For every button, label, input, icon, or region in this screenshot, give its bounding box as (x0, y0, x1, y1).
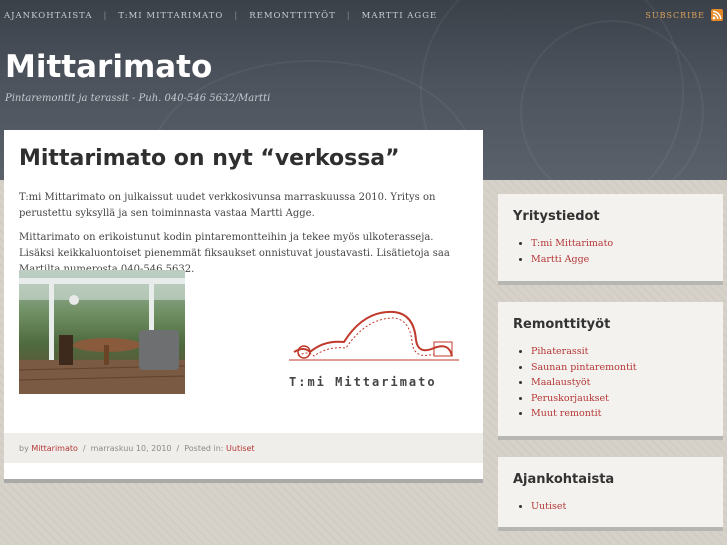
meta-by: by (19, 443, 29, 453)
site-title[interactable]: Mittarimato (5, 49, 212, 85)
nav-item-tmi-mittarimato[interactable]: T:MI MITTARIMATO (118, 11, 223, 21)
post-paragraph: T:mi Mittarimato on julkaissut uudet ver… (19, 192, 436, 219)
widget-yritystiedot: Yritystiedot T:mi Mittarimato Martti Agg… (498, 194, 723, 285)
widget-list: Uutiset (513, 499, 566, 515)
nav-separator: | (103, 11, 108, 21)
widget-ajankohtaista: Ajankohtaista Uutiset (498, 457, 723, 531)
link-tmi-mittarimato[interactable]: T:mi Mittarimato (531, 238, 613, 249)
nav-item-martti-agge[interactable]: MARTTI AGGE (362, 11, 438, 21)
nav-item-ajankohtaista[interactable]: AJANKOHTAISTA (4, 11, 93, 21)
site-tagline: Pintaremontit ja terassit - Puh. 040-546… (5, 93, 271, 104)
meta-posted-in: Posted in: (184, 443, 224, 453)
subscribe-label: SUBSCRIBE (645, 10, 705, 20)
widget-list: Pihaterassit Saunan pintaremontit Maalau… (513, 344, 637, 422)
subscribe-link[interactable]: SUBSCRIBE (645, 9, 723, 21)
category-link[interactable]: Uutiset (226, 444, 255, 453)
widget-title: Yritystiedot (513, 209, 600, 224)
link-martti-agge[interactable]: Martti Agge (531, 254, 589, 265)
nav-separator: | (346, 11, 351, 21)
top-navigation: AJANKOHTAISTA | T:MI MITTARIMATO | REMON… (4, 10, 437, 22)
widget-list: T:mi Mittarimato Martti Agge (513, 236, 613, 267)
list-item: Peruskorjaukset (531, 391, 637, 407)
author-link[interactable]: Mittarimato (31, 444, 78, 453)
list-item: Maalaustyöt (531, 375, 637, 391)
post-title[interactable]: Mittarimato on nyt “verkossa” (19, 146, 400, 171)
list-item: Pihaterassit (531, 344, 637, 360)
list-item: Uutiset (531, 499, 566, 515)
link-uutiset[interactable]: Uutiset (531, 501, 566, 512)
link-peruskorjaukset[interactable]: Peruskorjaukset (531, 393, 609, 404)
list-item: Saunan pintaremontit (531, 360, 637, 376)
post-date: marraskuu 10, 2010 (90, 443, 172, 453)
link-muut-remontit[interactable]: Muut remontit (531, 408, 602, 419)
widget-title: Remonttityöt (513, 317, 611, 332)
widget-remonttityot: Remonttityöt Pihaterassit Saunan pintare… (498, 302, 723, 440)
list-item: Muut remontit (531, 406, 637, 422)
link-pihaterassit[interactable]: Pihaterassit (531, 346, 588, 357)
meta-separator: / (82, 443, 86, 453)
logo-text: T:mi Mittarimato (289, 375, 437, 389)
terrace-photo (19, 270, 185, 394)
link-maalaustyot[interactable]: Maalaustyöt (531, 377, 590, 388)
list-item: T:mi Mittarimato (531, 236, 613, 252)
post-meta: by Mittarimato / marraskuu 10, 2010 / Po… (4, 433, 483, 463)
list-item: Martti Agge (531, 252, 613, 268)
meta-separator: / (176, 443, 180, 453)
post: Mittarimato on nyt “verkossa” T:mi Mitta… (4, 130, 483, 483)
widget-title: Ajankohtaista (513, 472, 615, 487)
nav-item-remonttityot[interactable]: REMONTTITYÖT (249, 11, 336, 21)
rss-icon[interactable] (711, 9, 723, 21)
nav-separator: | (234, 11, 239, 21)
link-saunan-pintaremontit[interactable]: Saunan pintaremontit (531, 362, 637, 373)
